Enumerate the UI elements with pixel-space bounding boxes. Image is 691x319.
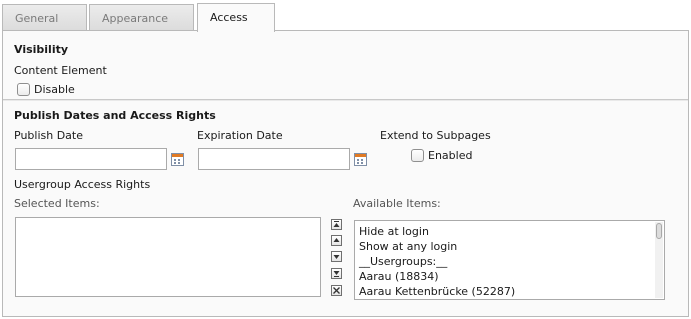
extend-to-subpages-label: Extend to Subpages [380, 129, 491, 142]
enabled-label: Enabled [428, 149, 473, 162]
selected-items-label: Selected Items: [14, 197, 100, 210]
usergroup-label: Usergroup Access Rights [14, 178, 151, 191]
move-up-icon[interactable] [331, 235, 342, 246]
available-items-scrollbar[interactable] [655, 222, 663, 298]
tab-access-label: Access [210, 11, 248, 24]
list-item[interactable]: Hide at login [355, 224, 664, 239]
section-divider [3, 99, 688, 100]
scrollbar-thumb[interactable] [656, 223, 662, 239]
publish-heading: Publish Dates and Access Rights [14, 109, 216, 122]
selected-items-list[interactable] [15, 217, 321, 297]
move-to-top-icon[interactable] [331, 219, 342, 230]
tab-appearance-label: Appearance [102, 12, 169, 25]
list-item[interactable]: Show at any login [355, 239, 664, 254]
expiration-date-label: Expiration Date [197, 129, 283, 142]
access-panel: Visibility Content Element Disable Publi… [2, 30, 689, 317]
publish-date-label: Publish Date [14, 129, 83, 142]
tab-general-label: General [15, 12, 59, 25]
calendar-icon[interactable] [354, 153, 367, 166]
list-item[interactable]: Aarau (18834) [355, 269, 664, 284]
tab-general[interactable]: General [2, 4, 87, 30]
enabled-checkbox[interactable] [411, 149, 424, 162]
available-items-list[interactable]: Hide at login Show at any login __Usergr… [354, 220, 665, 300]
disable-label: Disable [34, 83, 75, 96]
calendar-icon[interactable] [171, 153, 184, 166]
tab-access[interactable]: Access [197, 3, 275, 32]
tab-bar: General Appearance Access [0, 0, 691, 32]
move-down-icon[interactable] [331, 251, 342, 262]
expiration-date-input[interactable] [198, 148, 350, 170]
available-items-label: Available Items: [353, 197, 441, 210]
list-item[interactable]: Aarau Kettenbrücke (52287) [355, 284, 664, 299]
remove-icon[interactable] [331, 285, 342, 296]
visibility-heading: Visibility [14, 43, 69, 56]
publish-date-input[interactable] [15, 148, 167, 170]
list-item[interactable]: __Usergroups:__ [355, 254, 664, 269]
move-to-bottom-icon[interactable] [331, 268, 342, 279]
disable-checkbox[interactable] [17, 83, 30, 96]
tab-appearance[interactable]: Appearance [89, 4, 194, 30]
content-element-label: Content Element [14, 64, 107, 77]
